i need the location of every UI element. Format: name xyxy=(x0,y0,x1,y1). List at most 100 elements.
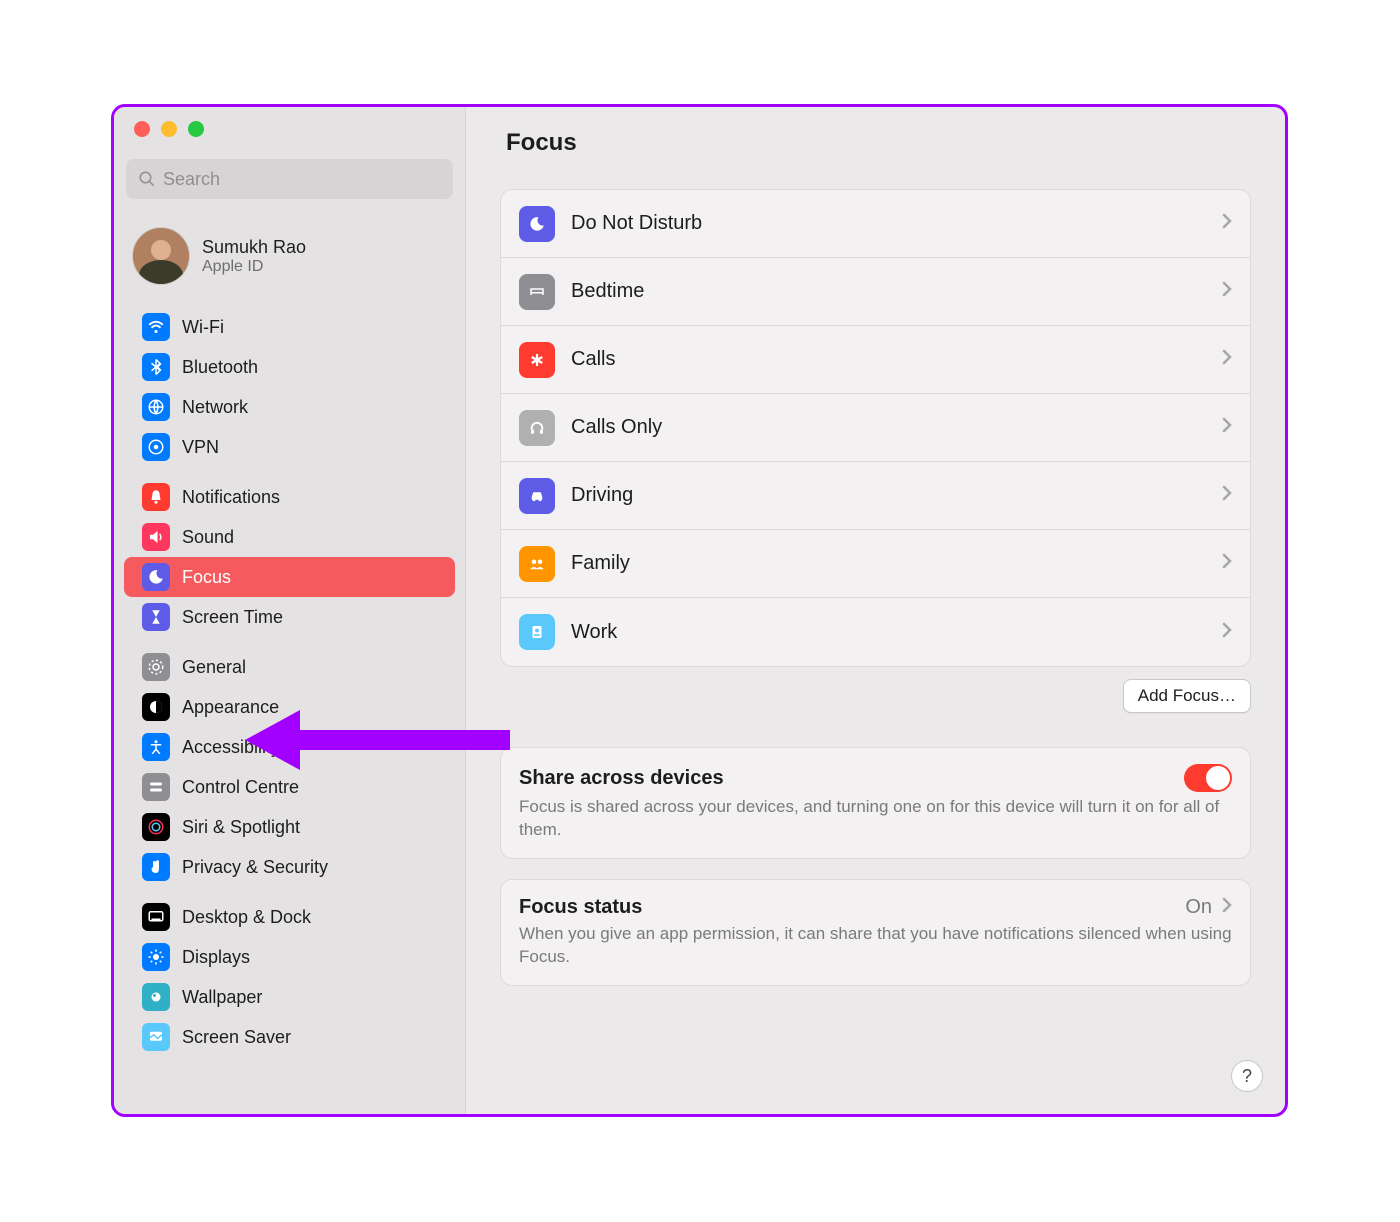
sidebar-item-label: Appearance xyxy=(182,697,279,718)
chevron-right-icon xyxy=(1222,213,1232,234)
sidebar-item-label: General xyxy=(182,657,246,678)
sidebar-item-bluetooth[interactable]: Bluetooth xyxy=(124,347,455,387)
status-value: On xyxy=(1185,896,1212,919)
focus-mode-family[interactable]: Family xyxy=(501,530,1250,598)
apple-id-row[interactable]: Sumukh Rao Apple ID xyxy=(114,213,465,303)
focus-mode-label: Family xyxy=(571,552,1222,575)
sidebar-item-accessibility[interactable]: Accessibility xyxy=(124,727,455,767)
screensaver-icon xyxy=(142,1023,170,1051)
hourglass-icon xyxy=(142,603,170,631)
sidebar-item-label: Desktop & Dock xyxy=(182,907,311,928)
add-focus-button[interactable]: Add Focus… xyxy=(1123,679,1251,713)
sidebar: Search Sumukh Rao Apple ID Wi-Fi Bluetoot… xyxy=(114,107,466,1114)
sidebar-item-wallpaper[interactable]: Wallpaper xyxy=(124,977,455,1017)
sidebar-item-label: Sound xyxy=(182,527,234,548)
sidebar-item-label: Control Centre xyxy=(182,777,299,798)
moon-icon xyxy=(519,206,555,242)
sidebar-item-sound[interactable]: Sound xyxy=(124,517,455,557)
sidebar-item-label: Notifications xyxy=(182,487,280,508)
sun-icon xyxy=(142,943,170,971)
chevron-right-icon xyxy=(1222,553,1232,574)
sidebar-item-label: VPN xyxy=(182,437,219,458)
user-name: Sumukh Rao xyxy=(202,237,306,258)
sidebar-group-2: Notifications Sound Focus Screen Time xyxy=(114,473,465,643)
sidebar-group-4: Desktop & Dock Displays Wallpaper Screen Sa… xyxy=(114,893,465,1063)
sidebar-item-wi-fi[interactable]: Wi-Fi xyxy=(124,307,455,347)
share-across-devices-card: Share across devices Focus is shared acr… xyxy=(500,747,1251,859)
focus-mode-label: Bedtime xyxy=(571,280,1222,303)
share-title: Share across devices xyxy=(519,767,724,790)
chevron-right-icon xyxy=(1222,281,1232,302)
focus-mode-work[interactable]: Work xyxy=(501,598,1250,666)
headphones-icon xyxy=(519,410,555,446)
share-toggle[interactable] xyxy=(1184,764,1232,792)
wifi-icon xyxy=(142,313,170,341)
search-input[interactable]: Search xyxy=(126,159,453,199)
hand-icon xyxy=(142,853,170,881)
appearance-icon xyxy=(142,693,170,721)
sidebar-item-label: Accessibility xyxy=(182,737,280,758)
sidebar-item-siri-spotlight[interactable]: Siri & Spotlight xyxy=(124,807,455,847)
sidebar-item-label: Displays xyxy=(182,947,250,968)
car-icon xyxy=(519,478,555,514)
sidebar-item-vpn[interactable]: VPN xyxy=(124,427,455,467)
sidebar-item-label: Siri & Spotlight xyxy=(182,817,300,838)
chevron-right-icon xyxy=(1222,349,1232,370)
window-controls xyxy=(114,121,465,159)
maximize-button[interactable] xyxy=(188,121,204,137)
focus-mode-driving[interactable]: Driving xyxy=(501,462,1250,530)
sidebar-item-label: Screen Saver xyxy=(182,1027,291,1048)
chevron-right-icon xyxy=(1222,485,1232,506)
sidebar-item-label: Wi-Fi xyxy=(182,317,224,338)
status-desc: When you give an app permission, it can … xyxy=(519,923,1232,969)
help-button[interactable]: ? xyxy=(1231,1060,1263,1092)
sidebar-item-label: Privacy & Security xyxy=(182,857,328,878)
focus-mode-do-not-disturb[interactable]: Do Not Disturb xyxy=(501,190,1250,258)
minimize-button[interactable] xyxy=(161,121,177,137)
bed-icon xyxy=(519,274,555,310)
sidebar-item-label: Wallpaper xyxy=(182,987,262,1008)
asterisk-icon xyxy=(519,342,555,378)
vpn-icon xyxy=(142,433,170,461)
focus-status-card[interactable]: Focus status On When you give an app per… xyxy=(500,879,1251,986)
sidebar-item-privacy-security[interactable]: Privacy & Security xyxy=(124,847,455,887)
share-desc: Focus is shared across your devices, and… xyxy=(519,796,1232,842)
sidebar-item-control-centre[interactable]: Control Centre xyxy=(124,767,455,807)
focus-mode-calls-only[interactable]: Calls Only xyxy=(501,394,1250,462)
accessibility-icon xyxy=(142,733,170,761)
badge-icon xyxy=(519,614,555,650)
settings-window: Search Sumukh Rao Apple ID Wi-Fi Bluetoot… xyxy=(111,104,1288,1117)
search-icon xyxy=(138,170,156,188)
sidebar-item-desktop-dock[interactable]: Desktop & Dock xyxy=(124,897,455,937)
sidebar-item-label: Bluetooth xyxy=(182,357,258,378)
sidebar-item-label: Focus xyxy=(182,567,231,588)
bluetooth-icon xyxy=(142,353,170,381)
sidebar-item-screen-saver[interactable]: Screen Saver xyxy=(124,1017,455,1057)
chevron-right-icon xyxy=(1222,417,1232,438)
close-button[interactable] xyxy=(134,121,150,137)
chevron-right-icon xyxy=(1222,622,1232,643)
focus-mode-label: Work xyxy=(571,621,1222,644)
focus-mode-bedtime[interactable]: Bedtime xyxy=(501,258,1250,326)
sidebar-item-network[interactable]: Network xyxy=(124,387,455,427)
avatar xyxy=(132,227,190,285)
sidebar-item-displays[interactable]: Displays xyxy=(124,937,455,977)
gear-icon xyxy=(142,653,170,681)
wallpaper-icon xyxy=(142,983,170,1011)
sidebar-item-label: Network xyxy=(182,397,248,418)
switches-icon xyxy=(142,773,170,801)
focus-mode-label: Do Not Disturb xyxy=(571,212,1222,235)
bell-icon xyxy=(142,483,170,511)
siri-icon xyxy=(142,813,170,841)
sidebar-item-label: Screen Time xyxy=(182,607,283,628)
focus-mode-calls[interactable]: Calls xyxy=(501,326,1250,394)
sidebar-item-appearance[interactable]: Appearance xyxy=(124,687,455,727)
sidebar-item-general[interactable]: General xyxy=(124,647,455,687)
sidebar-item-notifications[interactable]: Notifications xyxy=(124,477,455,517)
sidebar-item-screen-time[interactable]: Screen Time xyxy=(124,597,455,637)
search-placeholder: Search xyxy=(163,169,220,190)
page-title: Focus xyxy=(500,129,1251,157)
sidebar-group-1: Wi-Fi Bluetooth Network VPN xyxy=(114,303,465,473)
moon-icon xyxy=(142,563,170,591)
sidebar-item-focus[interactable]: Focus xyxy=(124,557,455,597)
